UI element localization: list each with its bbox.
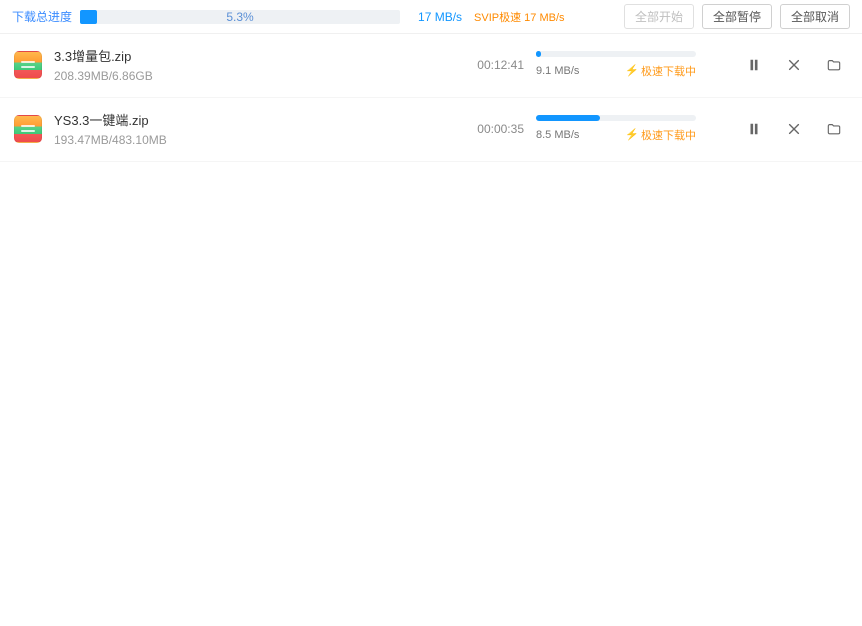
file-size: 193.47MB/483.10MB xyxy=(54,133,452,147)
row-speed: 8.5 MB/s xyxy=(536,129,579,141)
status-text: 极速下载中 xyxy=(641,127,696,143)
file-name: 3.3增量包.zip xyxy=(54,46,452,65)
row-status: ⚡ 极速下载中 xyxy=(625,127,696,143)
lightning-icon: ⚡ xyxy=(625,64,639,77)
row-speed: 9.1 MB/s xyxy=(536,65,579,77)
pause-button[interactable] xyxy=(746,57,762,73)
row-progress: 9.1 MB/s ⚡ 极速下载中 xyxy=(536,51,696,79)
download-row: 3.3增量包.zip 208.39MB/6.86GB 00:12:41 9.1 … xyxy=(0,34,862,98)
download-list: 3.3增量包.zip 208.39MB/6.86GB 00:12:41 9.1 … xyxy=(0,34,862,162)
row-progress-bar xyxy=(536,115,696,121)
row-progress-fill xyxy=(536,51,541,57)
row-actions xyxy=(708,57,848,73)
download-row: YS3.3一键端.zip 193.47MB/483.10MB 00:00:35 … xyxy=(0,98,862,162)
file-info: 3.3增量包.zip 208.39MB/6.86GB xyxy=(54,46,452,83)
global-speed: 17 MB/s xyxy=(418,10,462,24)
header-label: 下载总进度 xyxy=(12,8,72,25)
open-folder-button[interactable] xyxy=(826,57,842,73)
close-icon xyxy=(787,122,801,136)
folder-icon xyxy=(827,122,841,136)
eta: 00:12:41 xyxy=(464,58,524,72)
zip-file-icon xyxy=(14,51,42,79)
file-info: YS3.3一键端.zip 193.47MB/483.10MB xyxy=(54,110,452,147)
global-progress-text: 5.3% xyxy=(80,10,400,24)
pause-icon xyxy=(747,122,761,136)
pause-all-button[interactable]: 全部暂停 xyxy=(702,4,772,29)
global-progress-header: 下载总进度 5.3% 17 MB/s SVIP极速 17 MB/s 全部开始 全… xyxy=(0,0,862,34)
cancel-button[interactable] xyxy=(786,57,802,73)
file-size: 208.39MB/6.86GB xyxy=(54,69,452,83)
pause-button[interactable] xyxy=(746,121,762,137)
global-progress-bar: 5.3% xyxy=(80,10,400,24)
lightning-icon: ⚡ xyxy=(625,128,639,141)
open-folder-button[interactable] xyxy=(826,121,842,137)
file-name: YS3.3一键端.zip xyxy=(54,110,452,129)
pause-icon xyxy=(747,58,761,72)
cancel-button[interactable] xyxy=(786,121,802,137)
row-actions xyxy=(708,121,848,137)
row-progress: 8.5 MB/s ⚡ 极速下载中 xyxy=(536,115,696,143)
row-progress-bar xyxy=(536,51,696,57)
eta: 00:00:35 xyxy=(464,122,524,136)
svip-badge: SVIP极速 17 MB/s xyxy=(474,9,564,25)
status-text: 极速下载中 xyxy=(641,63,696,79)
cancel-all-button[interactable]: 全部取消 xyxy=(780,4,850,29)
folder-icon xyxy=(827,58,841,72)
zip-file-icon xyxy=(14,115,42,143)
close-icon xyxy=(787,58,801,72)
row-progress-fill xyxy=(536,115,600,121)
start-all-button[interactable]: 全部开始 xyxy=(624,4,694,29)
row-status: ⚡ 极速下载中 xyxy=(625,63,696,79)
